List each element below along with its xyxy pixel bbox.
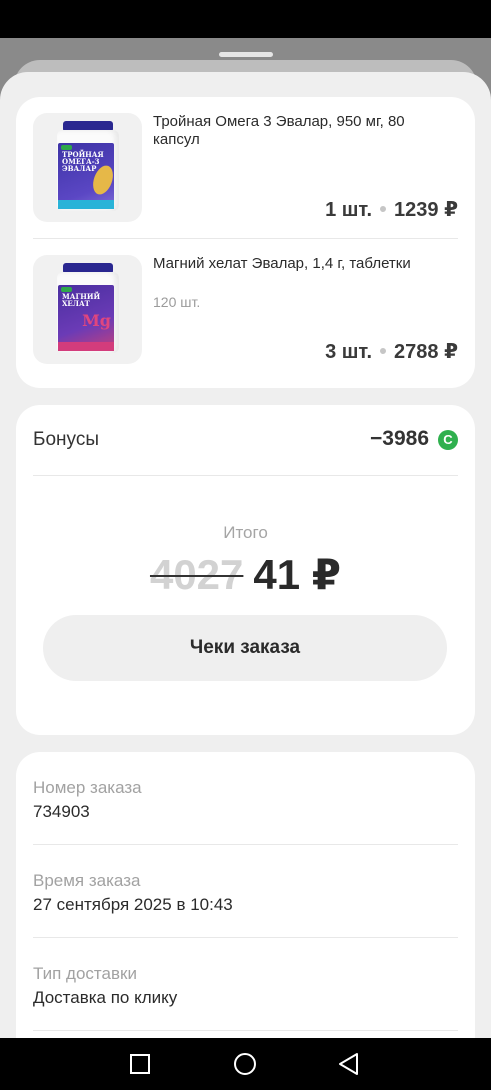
order-total-card: Бонусы −3986 С Итого 4027 41 ₽ Чеки заказ… [16, 405, 475, 735]
order-info-card: Номер заказа 734903 Время заказа 27 сент… [16, 752, 475, 1038]
bonus-coin-icon: С [438, 430, 458, 450]
order-time-value: 27 сентября 2025 в 10:43 [33, 895, 233, 914]
item-price: 1239 ₽ [394, 199, 458, 221]
order-item[interactable]: Тройная Омега-3 Эвалар Тройная Омега 3 Э… [33, 113, 458, 223]
order-items-card: Тройная Омега-3 Эвалар Тройная Омега 3 Э… [16, 97, 475, 388]
item-qty: 3 шт. [325, 341, 373, 363]
status-bar [0, 0, 491, 38]
sheet-grabber-handle[interactable] [219, 52, 273, 57]
item-price: 2788 ₽ [394, 341, 458, 363]
delivery-type-label: Тип доставки [33, 964, 137, 983]
order-receipts-button[interactable]: Чеки заказа [43, 615, 447, 681]
order-details-sheet: Тройная Омега-3 Эвалар Тройная Омега 3 Э… [0, 72, 491, 1038]
delivery-type-row: Тип доставки Доставка по клику [33, 963, 458, 1009]
bonuses-value: −3986 [370, 427, 429, 450]
order-number-row: Номер заказа 734903 [33, 777, 458, 823]
pack-text: Тройная Омега-3 Эвалар [62, 150, 104, 173]
separator-dot [380, 347, 387, 354]
divider [33, 937, 458, 938]
product-image[interactable]: Тройная Омега-3 Эвалар [33, 113, 142, 222]
bonuses-label: Бонусы [33, 429, 99, 450]
delivery-type-value: Доставка по клику [33, 988, 178, 1007]
divider [33, 238, 458, 239]
product-image[interactable]: Магний хелат Mg [33, 255, 142, 364]
omega-jar-image: Тройная Омега-3 Эвалар [57, 121, 119, 211]
separator-dot [380, 205, 387, 212]
item-qty: 1 шт. [325, 199, 373, 221]
total-amount: 4027 41 ₽ [16, 550, 475, 599]
total-label: Итого [223, 523, 268, 542]
order-time-row: Время заказа 27 сентября 2025 в 10:43 [33, 870, 458, 916]
pack-text: Магний хелат [62, 292, 101, 308]
item-name: Тройная Омега 3 Эвалар, 950 мг, 80 капсу… [153, 113, 405, 148]
total-old-price: 4027 [149, 551, 244, 598]
order-number-label: Номер заказа [33, 778, 142, 797]
recent-apps-icon[interactable] [127, 1051, 153, 1077]
total-new-price: 41 ₽ [253, 551, 342, 598]
order-item[interactable]: Магний хелат Mg Магний хелат Эвалар, 1,4… [33, 255, 458, 365]
divider [33, 1030, 458, 1031]
item-pack-size: 120 шт. [153, 294, 201, 310]
divider [33, 475, 458, 476]
divider [33, 844, 458, 845]
order-number-value: 734903 [33, 802, 90, 821]
pack-symbol: Mg [82, 311, 111, 330]
home-icon[interactable] [232, 1051, 258, 1077]
item-qty-price: 3 шт. 2788 ₽ [325, 339, 458, 364]
magnesium-jar-image: Магний хелат Mg [57, 263, 119, 353]
item-name: Магний хелат Эвалар, 1,4 г, таблетки [153, 255, 411, 272]
item-qty-price: 1 шт. 1239 ₽ [325, 197, 458, 222]
system-navigation-bar [0, 1038, 491, 1090]
order-time-label: Время заказа [33, 871, 141, 890]
back-icon[interactable] [336, 1051, 362, 1077]
